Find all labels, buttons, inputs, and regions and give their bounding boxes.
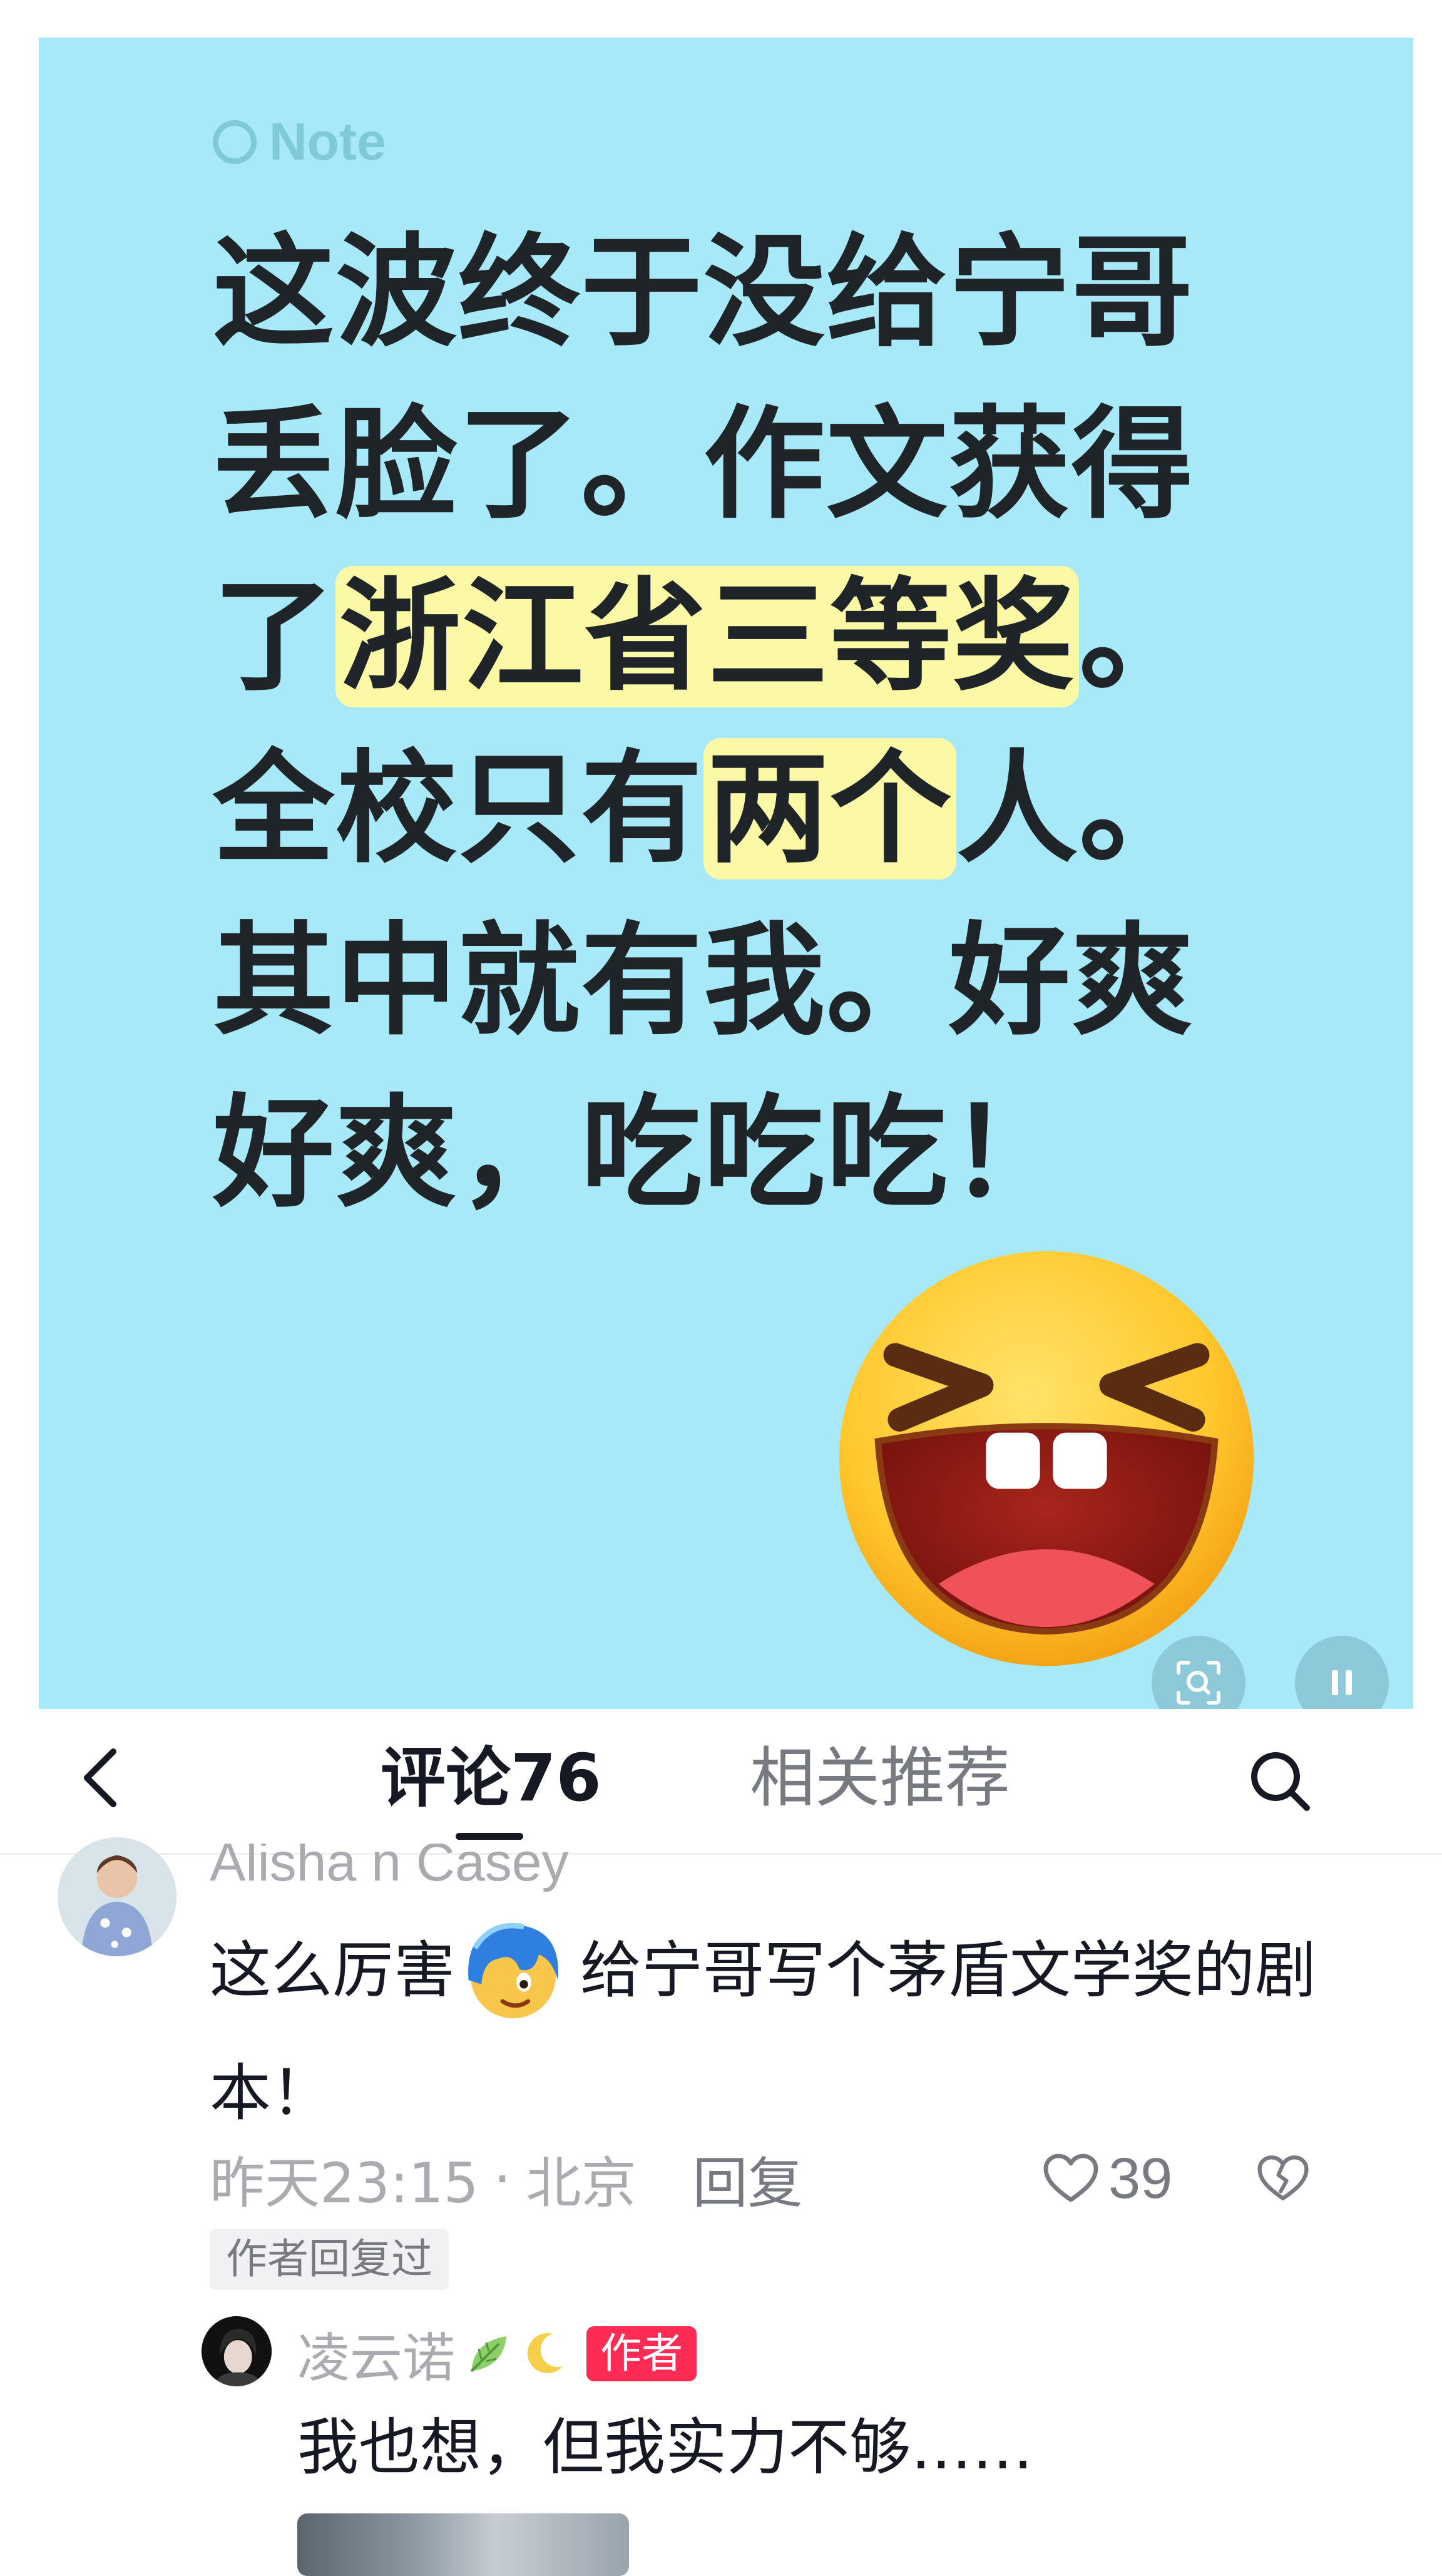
note-line: 丢脸了。作文获得 [213, 379, 1339, 551]
reply-button[interactable]: 回复 [693, 2139, 803, 2219]
author-replied-badge: 作者回复过 [210, 2229, 449, 2290]
user-avatar-image [58, 1837, 176, 1956]
note-line-text: 人。 [956, 738, 1202, 880]
note-line: 这波终于没给宁哥 [213, 207, 1339, 379]
note-badge-label: Note [269, 112, 386, 171]
comment-text-part: 这么厉害 [210, 1935, 456, 2006]
leaf-emoji [470, 2336, 507, 2373]
comment-location: 北京 [526, 2150, 637, 2215]
avatar[interactable] [202, 2316, 272, 2386]
note-line: 其中就有我。好爽 [213, 895, 1339, 1067]
comment-text: 这么厉害 给宁哥写个茅盾文学奖的剧本！ [210, 1909, 1336, 2155]
search-button[interactable] [1239, 1740, 1321, 1822]
reply-author[interactable]: 凌云诺 [297, 2316, 455, 2392]
note-image-card[interactable]: Note 这波终于没给宁哥 丢脸了。作文获得 了浙江省三等奖。 全校只有两个人。… [39, 38, 1413, 1709]
reply-avatar-image [202, 2316, 272, 2386]
like-button[interactable]: 39 [1042, 2141, 1172, 2216]
note-line-text: 全校只有 [213, 738, 703, 880]
tab-comments[interactable]: 评论76 [381, 1734, 601, 1840]
note-text: 这波终于没给宁哥 丢脸了。作文获得 了浙江省三等奖。 全校只有两个人。 其中就有… [213, 207, 1339, 1239]
note-line: 好爽，吃吃吃！ [213, 1067, 1339, 1239]
note-line-text: 其中就有我。好爽 [213, 910, 1194, 1052]
back-button[interactable] [66, 1743, 135, 1812]
avatar[interactable] [58, 1837, 176, 1956]
author-tag: 作者 [586, 2326, 697, 2381]
comment-time: 昨天23:15 [210, 2150, 479, 2215]
heart-icon [1043, 2153, 1098, 2202]
author-decorations [464, 2329, 568, 2379]
like-count: 39 [1108, 2146, 1173, 2210]
note-highlight: 浙江省三等奖 [335, 566, 1079, 707]
circle-icon [213, 120, 257, 164]
dislike-button[interactable] [1245, 2141, 1321, 2216]
note-highlight: 两个 [703, 738, 956, 880]
note-line-text: 好爽，吃吃吃！ [213, 1082, 1071, 1224]
comment-panel-header: 评论76 相关推荐 [0, 1709, 1442, 1855]
reply-text: 我也想，但我实力不够…… [297, 2412, 1034, 2483]
image-search-icon [1177, 1661, 1220, 1705]
meta-separator: · [493, 2146, 511, 2211]
pause-icon [1332, 1670, 1352, 1695]
pause-button[interactable] [1295, 1636, 1389, 1709]
note-line-text: 了 [213, 566, 335, 707]
search-icon [1251, 1752, 1310, 1811]
tab-related[interactable]: 相关推荐 [750, 1734, 1010, 1822]
blue-hair-face-emoji [468, 1922, 558, 2019]
tab-comments-label: 评论76 [381, 1740, 601, 1816]
reply-author-row: 凌云诺 作者 [297, 2316, 697, 2391]
crescent-moon-emoji [527, 2332, 563, 2373]
note-line-text: 。 [1079, 566, 1202, 707]
note-line: 全校只有两个人。 [213, 723, 1339, 895]
note-line-text: 这波终于没给宁哥 [213, 222, 1194, 363]
note-line: 了浙江省三等奖。 [213, 551, 1339, 723]
broken-heart-icon [1257, 2155, 1309, 2200]
note-badge: Note [213, 111, 386, 172]
reply-image-attachment[interactable] [297, 2513, 629, 2576]
comment-meta: 昨天23:15 · 北京 回复 [210, 2141, 803, 2216]
laughing-face-emoji [839, 1251, 1254, 1666]
tab-related-label: 相关推荐 [750, 1740, 1011, 1816]
note-line-text: 丢脸了。作文获得 [213, 394, 1194, 535]
active-tab-indicator [456, 1833, 523, 1840]
chevron-left-icon [84, 1748, 116, 1807]
